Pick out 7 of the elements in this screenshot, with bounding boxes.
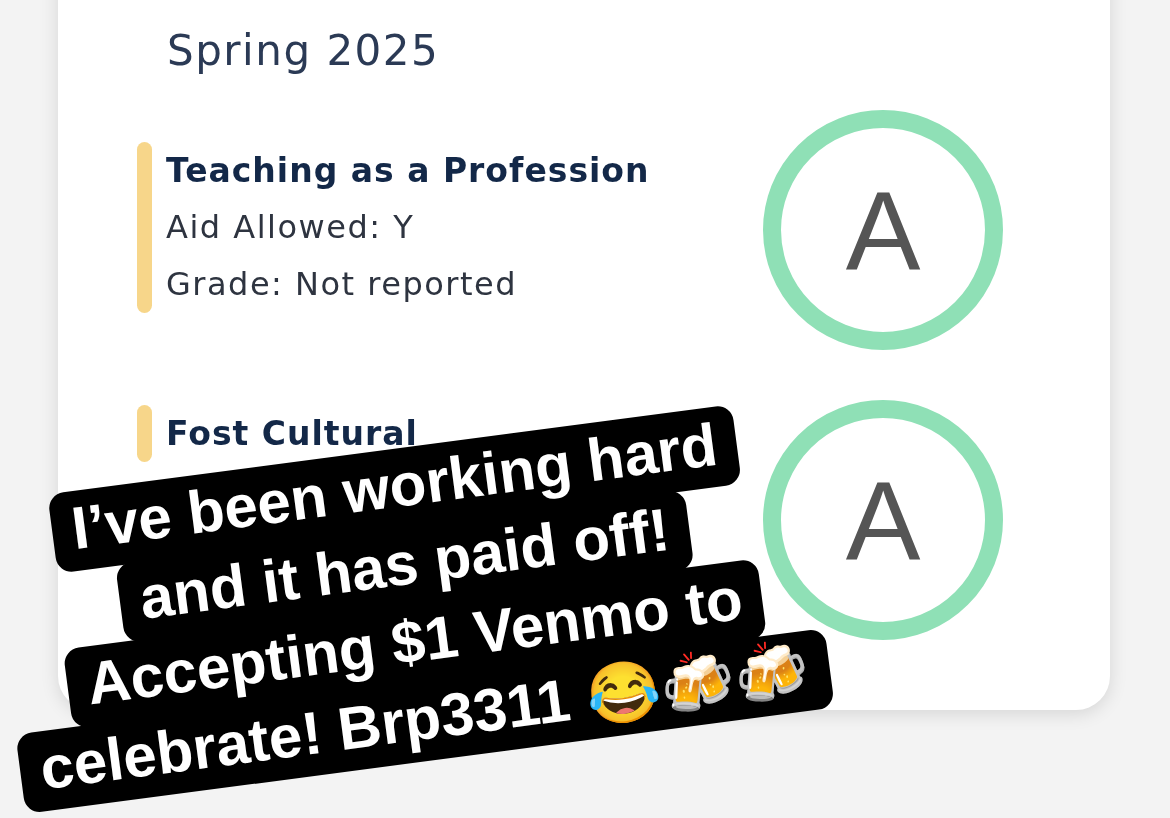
accent-bar bbox=[137, 405, 152, 462]
course-title: Fost Cultural bbox=[166, 413, 418, 453]
grade-badge: A bbox=[763, 110, 1003, 350]
course-detail: Aid Allowed: Y bbox=[166, 207, 416, 248]
course-detail: Grade: Not reported bbox=[166, 264, 518, 305]
term-heading: Spring 2025 bbox=[167, 30, 441, 72]
course-title: Teaching as a Profession bbox=[166, 150, 650, 192]
